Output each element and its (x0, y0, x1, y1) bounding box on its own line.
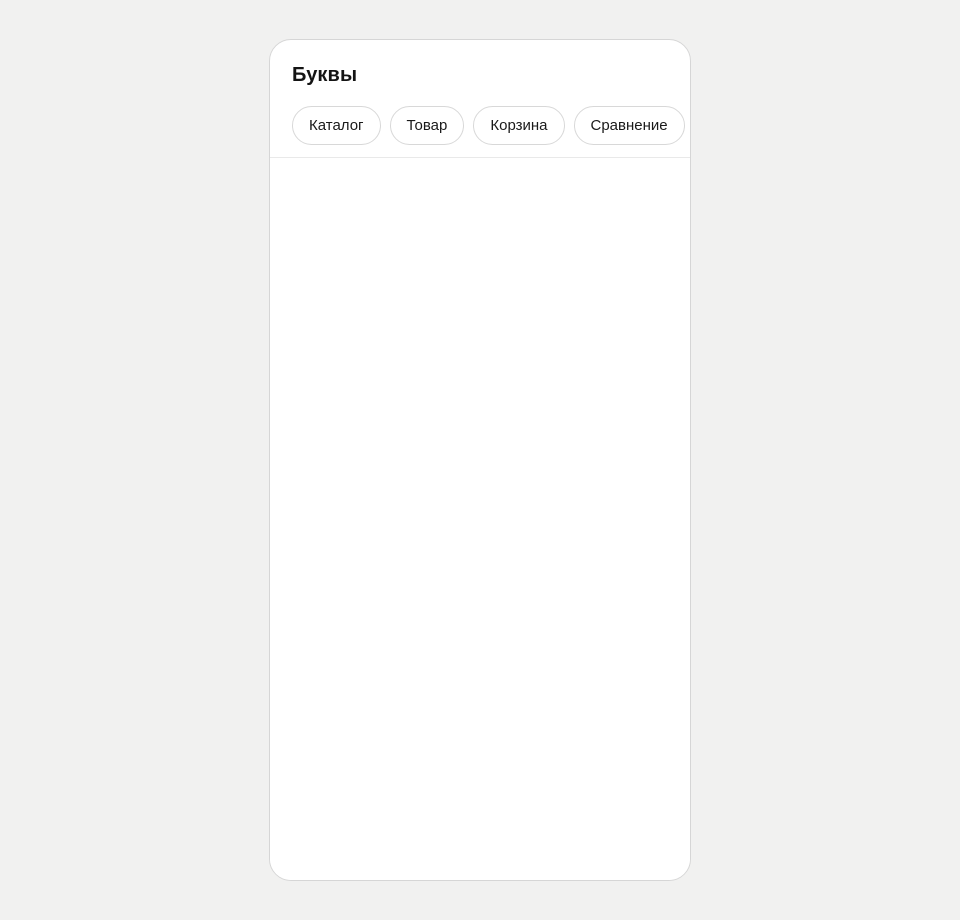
tab-product[interactable]: Товар (389, 106, 465, 145)
app-title: Буквы (292, 64, 358, 86)
tab-cart[interactable]: Корзина (473, 106, 565, 145)
content-area (270, 159, 690, 880)
tab-compare[interactable]: Сравнение (573, 106, 685, 145)
tab-catalog[interactable]: Каталог (292, 106, 381, 145)
tab-bar: Каталог Товар Корзина Сравнение (292, 106, 685, 145)
app-frame: Буквы Каталог Товар Корзина Сравнение (269, 39, 691, 881)
app-header: Буквы Каталог Товар Корзина Сравнение (270, 40, 690, 158)
